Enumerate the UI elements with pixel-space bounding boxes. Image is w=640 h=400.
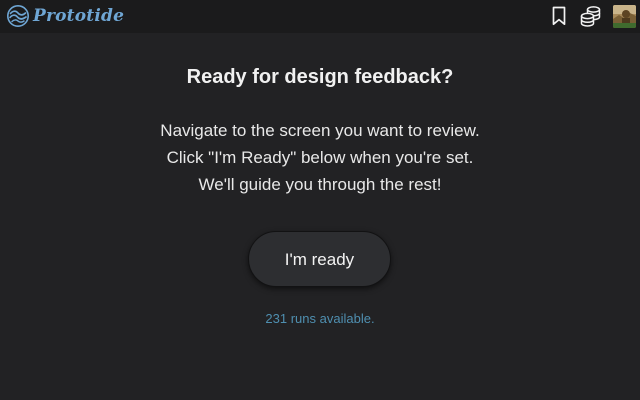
- brand[interactable]: Prototide: [7, 5, 124, 27]
- instruction-line: We'll guide you through the rest!: [198, 175, 442, 194]
- top-actions: [539, 4, 636, 28]
- ready-button[interactable]: I'm ready: [248, 231, 391, 287]
- coins-stack-icon: [580, 6, 601, 27]
- bookmark-button[interactable]: [547, 4, 571, 28]
- instruction-line: Click "I'm Ready" below when you're set.: [166, 148, 474, 167]
- page-title: Ready for design feedback?: [186, 66, 454, 88]
- wave-logo-icon: [7, 5, 29, 27]
- instruction-line: Navigate to the screen you want to revie…: [160, 121, 480, 140]
- brand-name: Prototide: [33, 6, 125, 26]
- instructions-message: Navigate to the screen you want to revie…: [0, 117, 640, 198]
- runs-available-text: 231 runs available.: [265, 311, 375, 326]
- bookmark-icon: [552, 6, 566, 26]
- credits-button[interactable]: [579, 4, 603, 28]
- top-bar: Prototide: [0, 0, 640, 33]
- user-avatar[interactable]: [613, 4, 636, 28]
